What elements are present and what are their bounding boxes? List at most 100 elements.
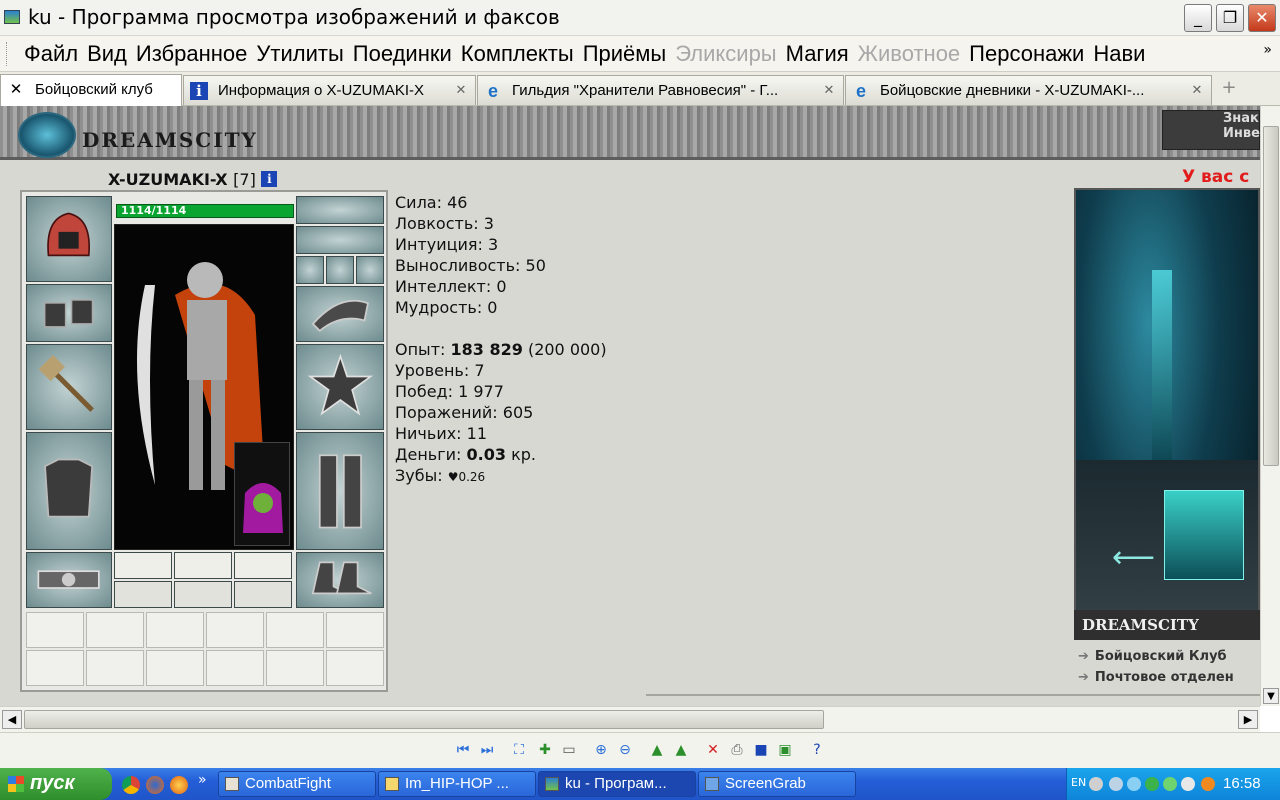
clock-tray-icon[interactable]: [1181, 777, 1195, 791]
inventory-slot[interactable]: [266, 612, 324, 648]
belt-slot[interactable]: [26, 552, 112, 608]
back-icon[interactable]: [1089, 777, 1103, 791]
top-right-line[interactable]: Инве: [1163, 126, 1260, 141]
rune-slot[interactable]: [114, 552, 172, 579]
messenger-icon[interactable]: [1163, 777, 1177, 791]
tab-close-icon[interactable]: ✕: [7, 81, 25, 99]
best-fit-icon[interactable]: ⛶: [510, 741, 528, 759]
boots-slot[interactable]: [296, 552, 384, 608]
tab-close-icon[interactable]: ✕: [821, 82, 837, 98]
tab-fight-club[interactable]: ✕ Бойцовский клуб: [0, 74, 182, 106]
task-combatfight[interactable]: CombatFight: [218, 771, 376, 797]
scroll-left-icon[interactable]: ◀: [2, 710, 22, 729]
browser-icon[interactable]: [170, 776, 188, 794]
top-right-menu[interactable]: Знак Инве: [1162, 110, 1260, 150]
tab-diaries[interactable]: e Бойцовские дневники - X-UZUMAKI-... ✕: [845, 75, 1212, 105]
menu-item[interactable]: Вид: [87, 41, 127, 66]
inventory-slot[interactable]: [326, 650, 384, 686]
side-link-label[interactable]: Бойцовский Клуб: [1095, 649, 1227, 664]
menu-item[interactable]: Магия: [786, 41, 849, 66]
save-icon[interactable]: ■: [752, 741, 770, 759]
scroll-down-icon[interactable]: ▼: [1263, 688, 1279, 704]
rune-slot[interactable]: [174, 581, 232, 608]
vertical-scroll-thumb[interactable]: [1263, 126, 1279, 466]
menu-item[interactable]: Файл: [24, 41, 78, 66]
start-button[interactable]: пуск: [0, 768, 112, 800]
rune-slot[interactable]: [234, 581, 292, 608]
quicklaunch-more-icon[interactable]: »: [198, 772, 207, 788]
task-ku[interactable]: ku - Програм...: [538, 771, 696, 797]
delete-icon[interactable]: ✕: [704, 741, 722, 759]
menu-item[interactable]: Персонажи: [969, 41, 1084, 66]
ring-slot[interactable]: [326, 256, 354, 284]
earrings-slot[interactable]: [296, 196, 384, 224]
icq-icon[interactable]: [1145, 777, 1159, 791]
menu-more-icon[interactable]: »: [1263, 42, 1272, 58]
firefox-icon[interactable]: [146, 776, 164, 794]
task-im[interactable]: Im_HIP-HOP ...: [378, 771, 536, 797]
inventory-slot[interactable]: [146, 650, 204, 686]
rune-slot[interactable]: [114, 581, 172, 608]
inventory-slot[interactable]: [26, 650, 84, 686]
shield-slot[interactable]: [296, 344, 384, 430]
side-link-fight-club[interactable]: ➔ Бойцовский Клуб: [1078, 646, 1234, 667]
top-right-line[interactable]: Знак: [1163, 111, 1259, 126]
info-icon[interactable]: i: [261, 171, 278, 187]
language-indicator[interactable]: EN: [1071, 776, 1086, 789]
inventory-slot[interactable]: [146, 612, 204, 648]
weapon-slot[interactable]: [26, 344, 112, 430]
edit-icon[interactable]: ▣: [776, 741, 794, 759]
scroll-right-icon[interactable]: ▶: [1238, 710, 1258, 729]
rotate-counterclockwise-icon[interactable]: ▲: [672, 741, 690, 759]
inventory-slot[interactable]: [206, 612, 264, 648]
zoom-in-icon[interactable]: ⊕: [592, 741, 610, 759]
city-banner[interactable]: ⟵: [1074, 188, 1260, 638]
zoom-out-icon[interactable]: ⊖: [616, 741, 634, 759]
menu-item[interactable]: Утилиты: [256, 41, 343, 66]
tab-close-icon[interactable]: ✕: [1189, 82, 1205, 98]
rune-slot[interactable]: [174, 552, 232, 579]
helmet-slot[interactable]: [26, 196, 112, 282]
menu-item[interactable]: Комплекты: [461, 41, 574, 66]
chrome-icon[interactable]: [122, 776, 140, 794]
character-name[interactable]: X-UZUMAKI-X: [108, 170, 228, 189]
armor-slot[interactable]: [26, 432, 112, 550]
antenna-icon[interactable]: [1127, 777, 1141, 791]
task-screengrab[interactable]: ScreenGrab: [698, 771, 856, 797]
inventory-slot[interactable]: [266, 650, 324, 686]
menu-item[interactable]: Избранное: [136, 41, 248, 66]
bracer-slot[interactable]: [296, 286, 384, 342]
rotate-clockwise-icon[interactable]: ▲: [648, 741, 666, 759]
menu-item[interactable]: Приёмы: [583, 41, 667, 66]
side-link-label[interactable]: Почтовое отделен: [1095, 670, 1234, 685]
new-tab-button[interactable]: +: [1216, 76, 1242, 102]
ring-slot[interactable]: [356, 256, 384, 284]
arrow-left-icon[interactable]: ⟵: [1112, 540, 1155, 575]
inventory-slot[interactable]: [86, 650, 144, 686]
print-icon[interactable]: ⎙: [728, 741, 746, 759]
next-image-icon[interactable]: ⏭: [478, 741, 496, 759]
maximize-button[interactable]: ❐: [1216, 4, 1244, 32]
inventory-slot[interactable]: [326, 612, 384, 648]
previous-image-icon[interactable]: ⏮: [454, 741, 472, 759]
inventory-slot[interactable]: [26, 612, 84, 648]
close-button[interactable]: ✕: [1248, 4, 1276, 32]
tab-close-icon[interactable]: ✕: [453, 82, 469, 98]
inventory-slot[interactable]: [86, 612, 144, 648]
inventory-slot[interactable]: [206, 650, 264, 686]
leggings-slot[interactable]: [296, 432, 384, 550]
actual-size-icon[interactable]: ✚: [536, 741, 554, 759]
menu-item[interactable]: Поединки: [353, 41, 452, 66]
vertical-scrollbar[interactable]: ▼: [1260, 106, 1280, 706]
logo-emblem-icon[interactable]: [18, 112, 76, 158]
tab-guild[interactable]: e Гильдия "Хранители Равновесия" - Г... …: [477, 75, 844, 105]
necklace-slot[interactable]: [296, 226, 384, 254]
ring-slot[interactable]: [296, 256, 324, 284]
side-link-post[interactable]: ➔ Почтовое отделен: [1078, 667, 1234, 688]
network-icon[interactable]: [1109, 777, 1123, 791]
rune-slot[interactable]: [234, 552, 292, 579]
pouch-slot[interactable]: [234, 442, 290, 546]
gloves-slot[interactable]: [26, 284, 112, 342]
slideshow-icon[interactable]: ▭: [560, 741, 578, 759]
update-icon[interactable]: [1201, 777, 1215, 791]
